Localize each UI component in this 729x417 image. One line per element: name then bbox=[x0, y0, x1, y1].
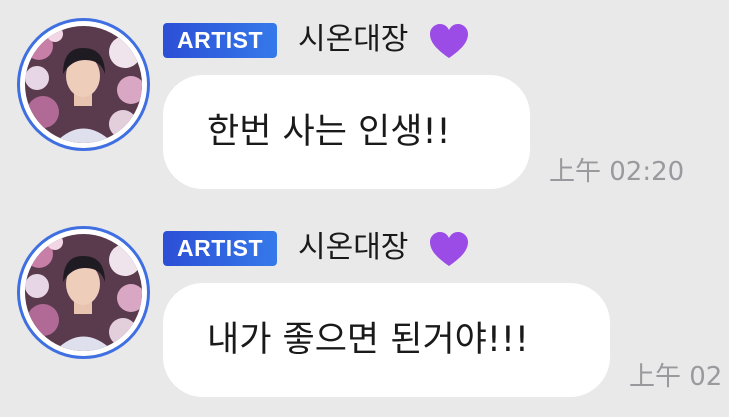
message-text: 한번 사는 인생!! bbox=[207, 112, 451, 152]
message-text: 내가 좋으면 된거야!!! bbox=[207, 320, 529, 360]
artist-badge: ARTIST bbox=[163, 23, 277, 58]
message-row: ARTIST 시온대장 한번 사는 인생!! 上午 02:20 bbox=[0, 0, 729, 200]
purple-heart-icon bbox=[430, 232, 468, 266]
message-timestamp: 上午 02:20 bbox=[549, 157, 685, 187]
purple-heart-icon bbox=[430, 24, 468, 58]
avatar-ring[interactable] bbox=[17, 18, 150, 151]
message-row: ARTIST 시온대장 내가 좋으면 된거야!!! 上午 02 bbox=[0, 208, 729, 408]
message-bubble[interactable]: 내가 좋으면 된거야!!! bbox=[163, 283, 610, 397]
avatar-ring[interactable] bbox=[17, 226, 150, 359]
sender-name[interactable]: 시온대장 bbox=[298, 20, 408, 60]
avatar-photo bbox=[25, 234, 142, 351]
artist-badge: ARTIST bbox=[163, 231, 277, 266]
message-bubble[interactable]: 한번 사는 인생!! bbox=[163, 75, 530, 189]
avatar-photo bbox=[25, 26, 142, 143]
message-timestamp: 上午 02 bbox=[629, 362, 723, 392]
sender-name[interactable]: 시온대장 bbox=[298, 228, 408, 268]
avatar[interactable] bbox=[25, 26, 142, 143]
avatar[interactable] bbox=[25, 234, 142, 351]
